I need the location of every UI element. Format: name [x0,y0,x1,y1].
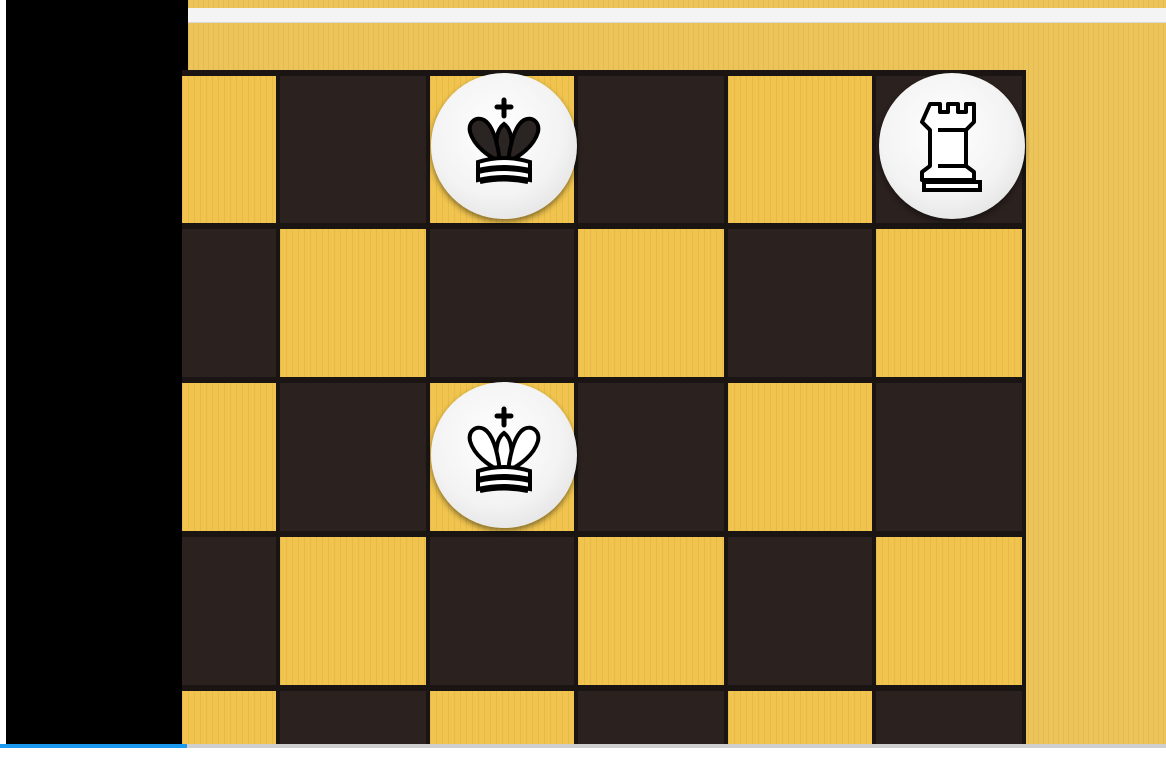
square-r0-f4[interactable] [728,76,872,223]
square-r2-f1[interactable] [280,383,426,531]
video-progress-bar[interactable] [0,744,1166,748]
square-r4-f5[interactable] [876,691,1022,746]
square-r3-f0[interactable] [182,537,276,685]
square-r2-f0[interactable] [182,383,276,531]
square-r0-f0[interactable] [182,76,276,223]
square-r1-f0[interactable] [182,229,276,377]
square-r0-f1[interactable] [280,76,426,223]
video-progress-fill [0,744,187,748]
square-r1-f2[interactable] [430,229,574,377]
square-r4-f2[interactable] [430,691,574,746]
square-r4-f0[interactable] [182,691,276,746]
square-r1-f3[interactable] [578,229,724,377]
square-r3-f1[interactable] [280,537,426,685]
square-r2-f5[interactable] [876,383,1022,531]
white-rook-icon [902,96,1002,196]
square-r2-f4[interactable] [728,383,872,531]
square-r1-f1[interactable] [280,229,426,377]
square-r1-f5[interactable] [876,229,1022,377]
square-r0-f3[interactable] [578,76,724,223]
black-king-icon [454,96,554,196]
square-r2-f3[interactable] [578,383,724,531]
square-r3-f4[interactable] [728,537,872,685]
square-r4-f4[interactable] [728,691,872,746]
square-r1-f4[interactable] [728,229,872,377]
square-r3-f5[interactable] [876,537,1022,685]
square-r3-f3[interactable] [578,537,724,685]
board-top-strip [188,8,1166,23]
square-r4-f3[interactable] [578,691,724,746]
white-king-icon [454,405,554,505]
white-rook-piece[interactable] [879,73,1025,219]
square-r4-f1[interactable] [280,691,426,746]
black-king-piece[interactable] [431,73,577,219]
white-king-piece[interactable] [431,382,577,528]
video-frame [0,0,1166,758]
square-r3-f2[interactable] [430,537,574,685]
